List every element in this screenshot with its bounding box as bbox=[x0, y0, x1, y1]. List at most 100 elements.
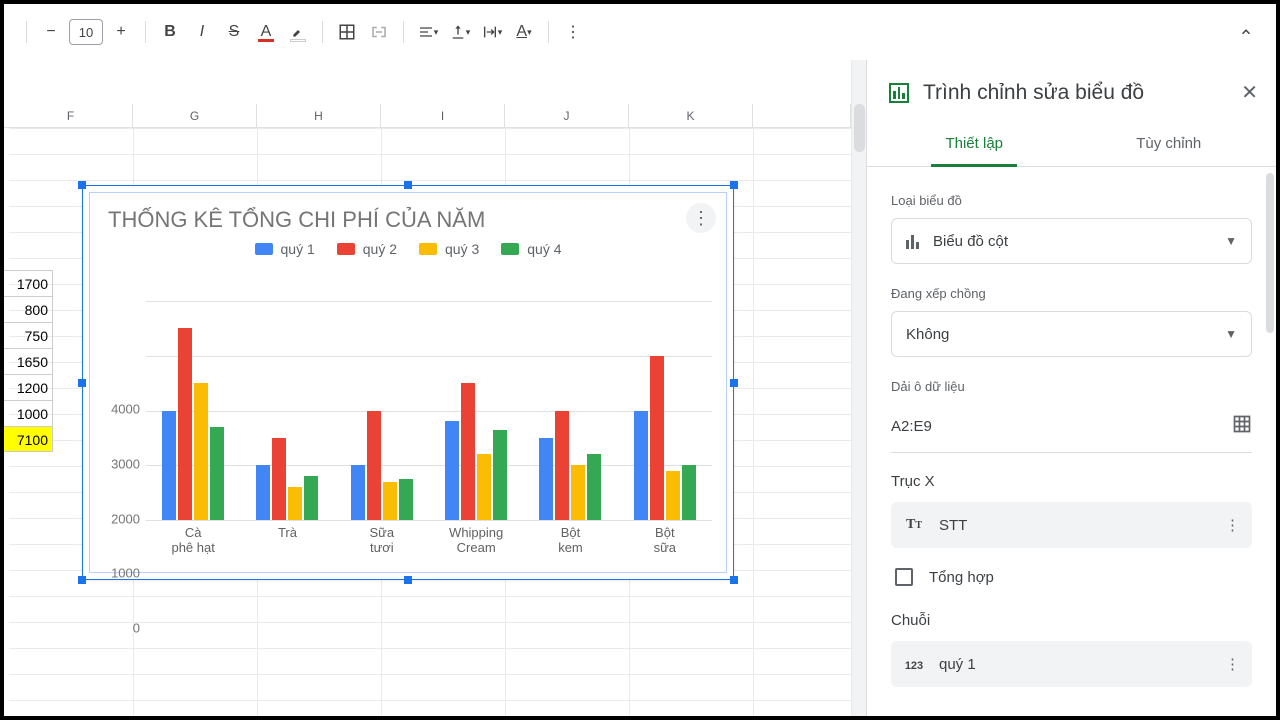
bar bbox=[351, 465, 365, 520]
close-panel-button[interactable]: ✕ bbox=[1241, 80, 1258, 105]
panel-scroll-thumb[interactable] bbox=[1266, 173, 1274, 333]
chart-type-value: Biểu đồ cột bbox=[933, 233, 1008, 250]
bar bbox=[587, 454, 601, 520]
bar bbox=[178, 328, 192, 520]
resize-handle[interactable] bbox=[404, 181, 412, 189]
legend-label: quý 2 bbox=[363, 241, 397, 257]
collapse-toolbar-button[interactable] bbox=[1232, 18, 1260, 46]
column-headers: F G H I J K bbox=[4, 104, 851, 128]
bar-group bbox=[335, 301, 429, 520]
cell[interactable]: 800 bbox=[4, 296, 53, 322]
chart-title: THỐNG KÊ TỔNG CHI PHÍ CỦA NĂM bbox=[90, 193, 726, 239]
col-header[interactable]: I bbox=[381, 104, 505, 128]
data-range-label: Dải ô dữ liệu bbox=[891, 379, 1252, 394]
chip-more-icon[interactable]: ⋮ bbox=[1225, 516, 1240, 534]
bar bbox=[399, 479, 413, 520]
number-type-icon bbox=[903, 656, 925, 672]
x-tick-label: WhippingCream bbox=[429, 525, 523, 556]
cell[interactable]: 7100 bbox=[4, 426, 53, 452]
chart-type-select[interactable]: Biểu đồ cột ▼ bbox=[891, 218, 1252, 264]
tab-setup[interactable]: Thiết lập bbox=[877, 121, 1072, 166]
cell[interactable]: 1700 bbox=[4, 270, 53, 296]
bar bbox=[288, 487, 302, 520]
resize-handle[interactable] bbox=[404, 576, 412, 584]
stacking-select[interactable]: Không ▼ bbox=[891, 311, 1252, 357]
x-tick-label: Sữatươi bbox=[335, 525, 429, 556]
chevron-down-icon: ▼ bbox=[1225, 327, 1237, 341]
font-size-decrease-button[interactable]: − bbox=[37, 18, 65, 46]
cell[interactable]: 1000 bbox=[4, 400, 53, 426]
bar bbox=[210, 427, 224, 520]
legend-swatch bbox=[419, 243, 437, 255]
more-toolbar-button[interactable]: ⋮ bbox=[559, 18, 587, 46]
series-field: quý 1 bbox=[939, 656, 976, 673]
aggregate-checkbox[interactable] bbox=[895, 568, 913, 586]
text-rotation-button[interactable]: A▾ bbox=[510, 18, 538, 46]
text-color-button[interactable]: A bbox=[252, 18, 280, 46]
legend-swatch bbox=[337, 243, 355, 255]
col-header[interactable]: G bbox=[133, 104, 257, 128]
bar-group bbox=[240, 301, 334, 520]
bar bbox=[555, 411, 569, 521]
cell[interactable]: 1200 bbox=[4, 374, 53, 400]
x-axis-field: STT bbox=[939, 517, 967, 534]
borders-button[interactable] bbox=[333, 18, 361, 46]
strikethrough-button[interactable]: S bbox=[220, 18, 248, 46]
grid-scrollbar[interactable] bbox=[851, 60, 866, 716]
chip-more-icon[interactable]: ⋮ bbox=[1225, 655, 1240, 673]
x-tick-label: Bộtkem bbox=[523, 525, 617, 556]
spreadsheet-grid[interactable]: F G H I J K 17008007501650120010007100 bbox=[4, 60, 866, 716]
text-wrap-button[interactable]: ▾ bbox=[478, 18, 506, 46]
bar bbox=[445, 421, 459, 520]
vertical-align-button[interactable]: ▾ bbox=[446, 18, 474, 46]
text-type-icon: TT bbox=[903, 517, 925, 533]
bar bbox=[634, 411, 648, 521]
legend-label: quý 3 bbox=[445, 241, 479, 257]
col-header[interactable]: F bbox=[9, 104, 133, 128]
column-chart-icon bbox=[906, 233, 919, 249]
embedded-chart[interactable]: ⋮ THỐNG KÊ TỔNG CHI PHÍ CỦA NĂM quý 1 quý… bbox=[82, 185, 734, 580]
legend-label: quý 4 bbox=[527, 241, 561, 257]
resize-handle[interactable] bbox=[78, 181, 86, 189]
scroll-thumb[interactable] bbox=[854, 104, 865, 152]
cell[interactable]: 1650 bbox=[4, 348, 53, 374]
x-axis-chip[interactable]: TT STT ⋮ bbox=[891, 502, 1252, 548]
bar bbox=[383, 482, 397, 520]
legend-label: quý 1 bbox=[281, 241, 315, 257]
bar bbox=[367, 411, 381, 521]
bold-button[interactable]: B bbox=[156, 18, 184, 46]
chart-type-label: Loại biểu đồ bbox=[891, 193, 1252, 208]
bar bbox=[477, 454, 491, 520]
italic-button[interactable]: I bbox=[188, 18, 216, 46]
col-header[interactable]: H bbox=[257, 104, 381, 128]
bar bbox=[571, 465, 585, 520]
col-header[interactable]: J bbox=[505, 104, 629, 128]
x-tick-label: Bộtsữa bbox=[618, 525, 712, 556]
chevron-down-icon: ▼ bbox=[1225, 234, 1237, 248]
font-size-input[interactable]: 10 bbox=[69, 19, 103, 45]
horizontal-align-button[interactable]: ▾ bbox=[414, 18, 442, 46]
bar bbox=[162, 411, 176, 521]
bar-group bbox=[523, 301, 617, 520]
resize-handle[interactable] bbox=[78, 576, 86, 584]
select-range-button[interactable] bbox=[1232, 414, 1252, 438]
chart-menu-button[interactable]: ⋮ bbox=[686, 203, 716, 233]
bar bbox=[256, 465, 270, 520]
fill-color-button[interactable] bbox=[284, 18, 312, 46]
x-tick-label: Trà bbox=[240, 525, 334, 556]
chart-plot bbox=[146, 301, 712, 520]
cell[interactable]: 750 bbox=[4, 322, 53, 348]
resize-handle[interactable] bbox=[730, 379, 738, 387]
x-axis-labels: Càphê hạtTràSữatươiWhippingCreamBộtkemBộ… bbox=[146, 525, 712, 556]
merge-cells-button[interactable] bbox=[365, 18, 393, 46]
tab-customize[interactable]: Tùy chỉnh bbox=[1072, 121, 1267, 166]
resize-handle[interactable] bbox=[730, 576, 738, 584]
resize-handle[interactable] bbox=[78, 379, 86, 387]
bar-group bbox=[146, 301, 240, 520]
series-chip[interactable]: quý 1 ⋮ bbox=[891, 641, 1252, 687]
x-tick-label: Càphê hạt bbox=[146, 525, 240, 556]
col-header[interactable]: K bbox=[629, 104, 753, 128]
bar bbox=[650, 356, 664, 520]
resize-handle[interactable] bbox=[730, 181, 738, 189]
font-size-increase-button[interactable]: + bbox=[107, 18, 135, 46]
